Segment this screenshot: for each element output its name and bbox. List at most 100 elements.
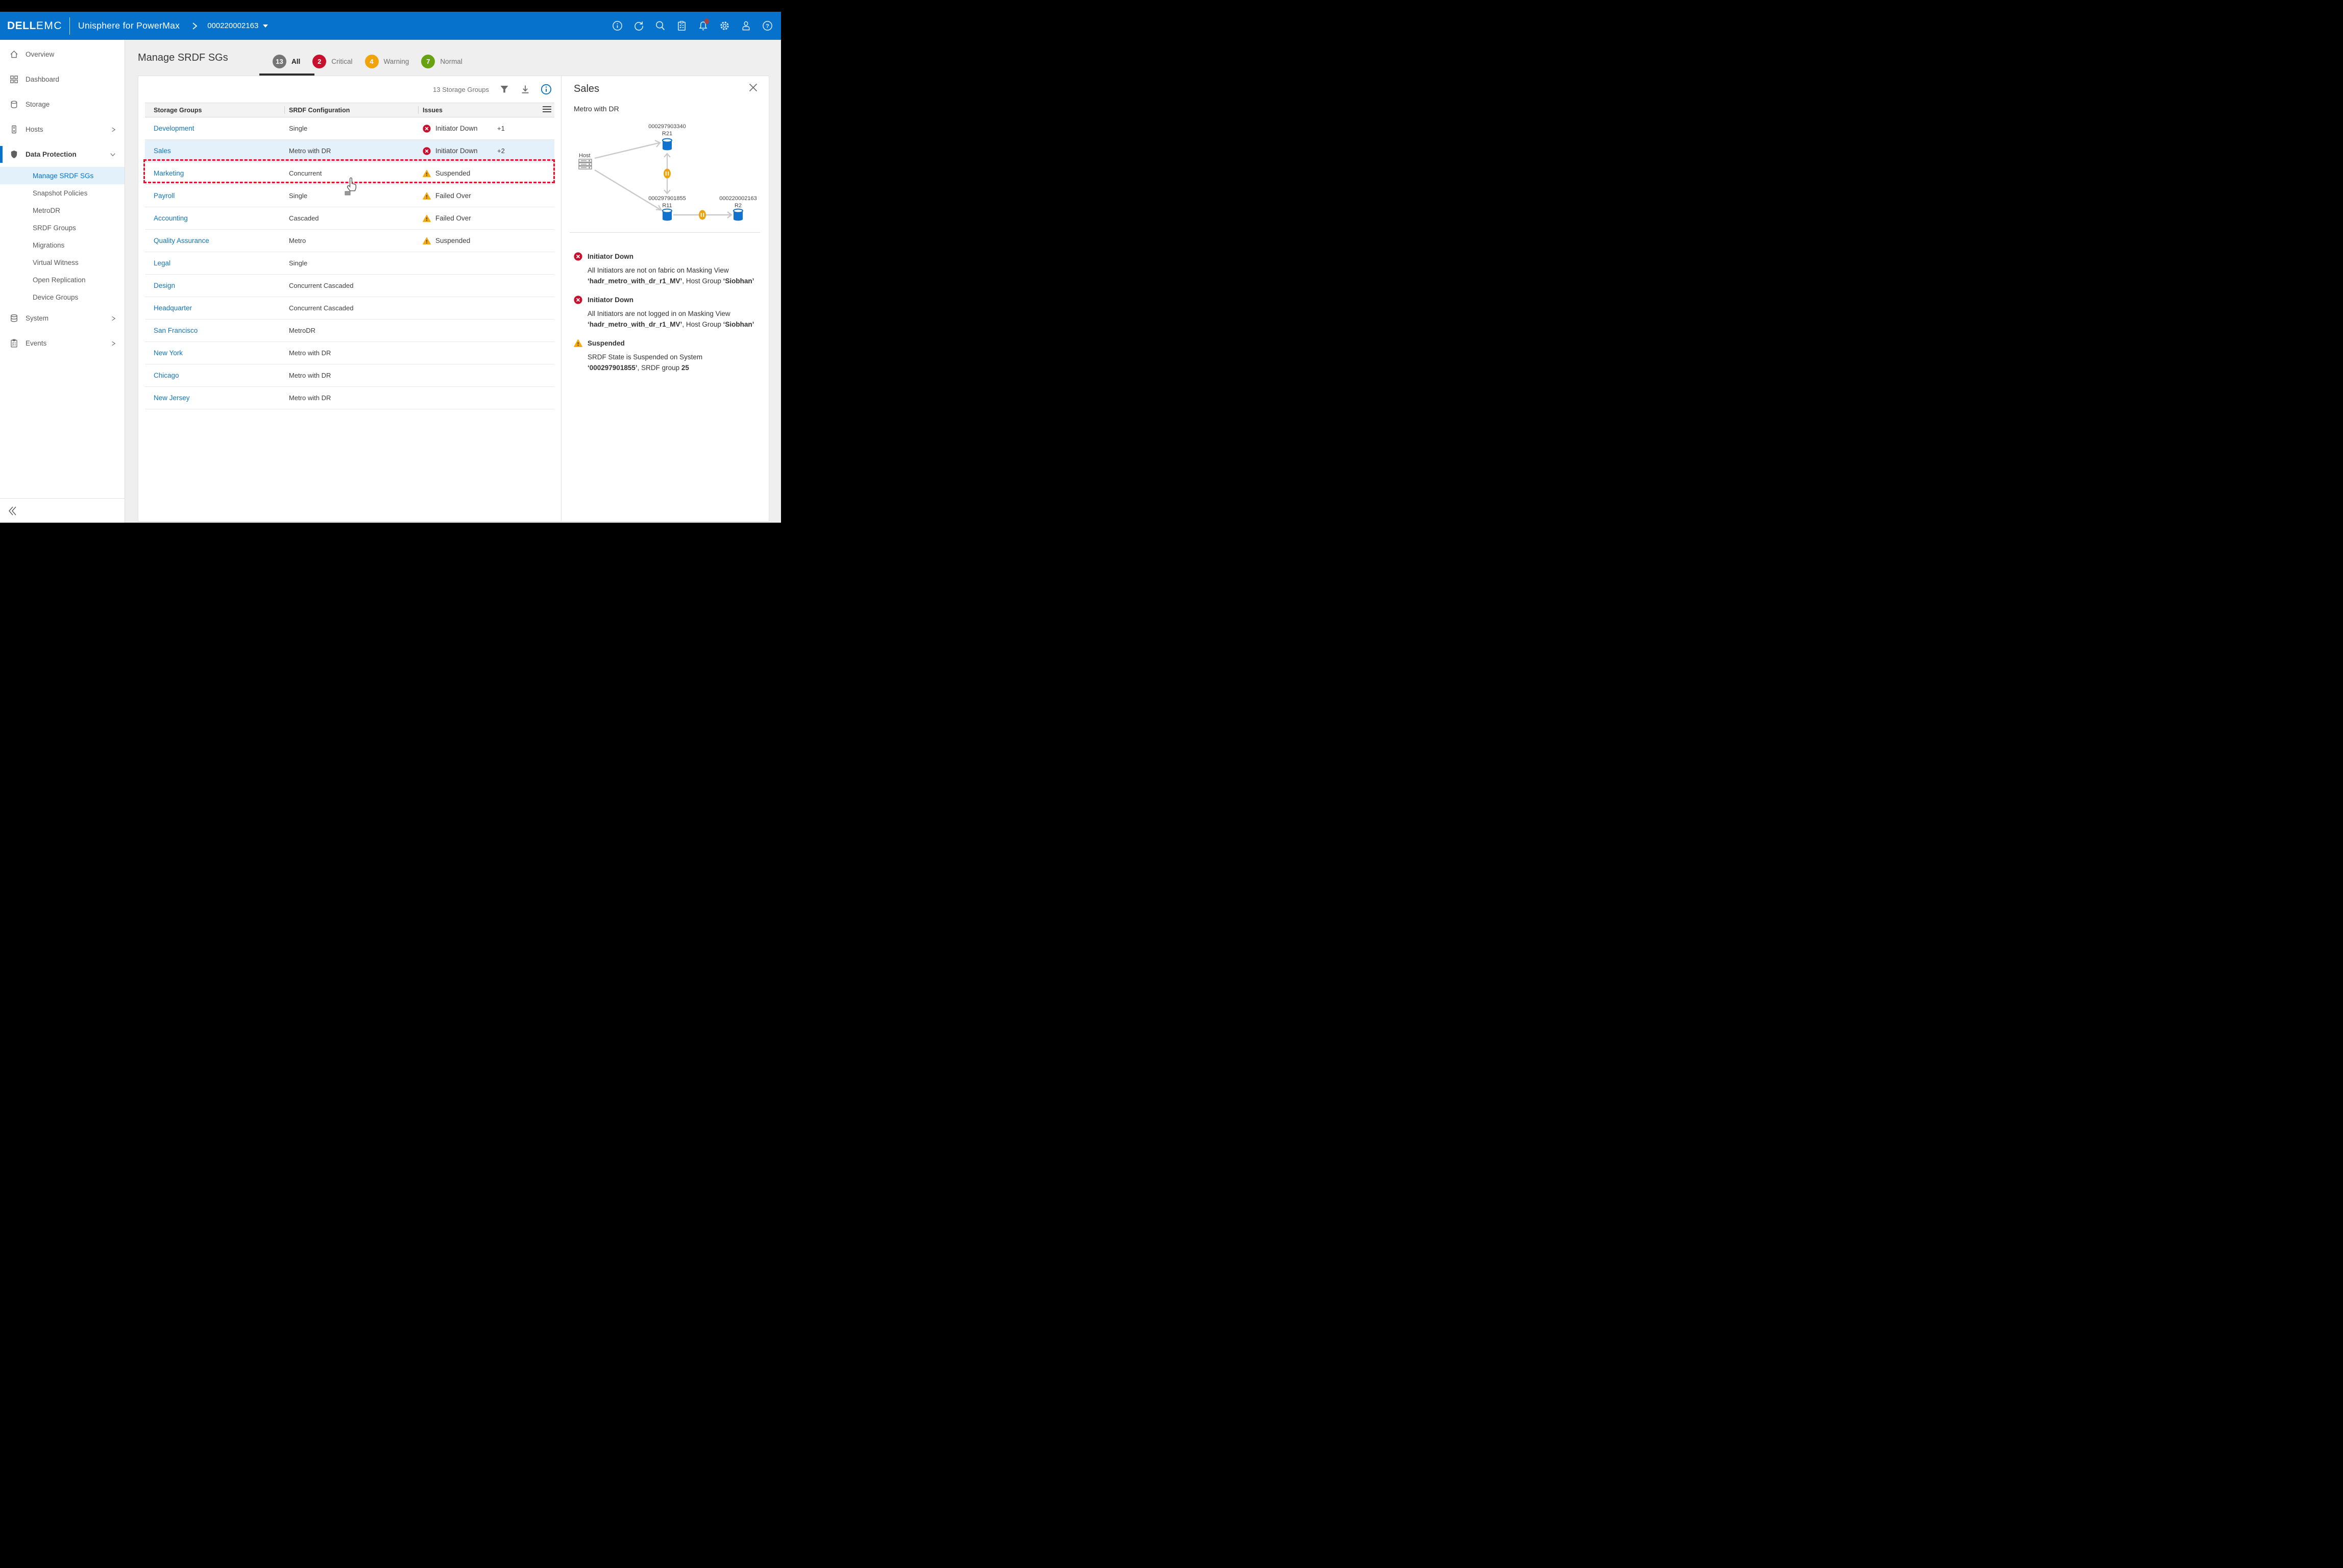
sidebar-item-storage[interactable]: Storage — [0, 92, 125, 117]
settings-gear-icon[interactable] — [719, 20, 730, 31]
storage-group-link[interactable]: New Jersey — [154, 394, 190, 402]
job-list-icon[interactable] — [676, 20, 687, 31]
srdf-configuration-cell: Metro with DR — [284, 394, 418, 402]
warning-icon — [574, 339, 582, 348]
error-icon — [423, 147, 431, 155]
refresh-icon[interactable] — [633, 20, 644, 31]
sidebar-subitem-migrations[interactable]: Migrations — [0, 236, 125, 254]
collapse-sidebar-icon[interactable] — [7, 505, 18, 517]
storage-group-link[interactable]: Quality Assurance — [154, 237, 209, 244]
column-header-srdf-configuration[interactable]: SRDF Configuration — [284, 107, 418, 114]
table-row-legal[interactable]: LegalSingle — [145, 252, 554, 275]
sidebar-item-events[interactable]: Events — [0, 331, 125, 356]
issue-more-count[interactable]: +2 — [497, 147, 505, 155]
chevron-down-icon — [109, 151, 116, 158]
sidebar-subitem-metrodr[interactable]: MetroDR — [0, 202, 125, 219]
detail-divider — [570, 232, 760, 233]
search-icon[interactable] — [655, 20, 666, 31]
issue-title: Suspended — [588, 339, 625, 347]
help-icon[interactable]: ? — [762, 20, 773, 31]
column-separator — [418, 106, 419, 114]
user-icon[interactable] — [741, 20, 751, 31]
storage-group-link[interactable]: Legal — [154, 259, 170, 267]
sidebar-subitem-virtual-witness[interactable]: Virtual Witness — [0, 254, 125, 271]
srdf-configuration-cell: Concurrent — [284, 169, 418, 177]
host-label: Host — [579, 153, 591, 159]
table-row-design[interactable]: DesignConcurrent Cascaded — [145, 275, 554, 297]
sidebar-item-data-protection[interactable]: Data Protection — [0, 142, 125, 167]
tab-label: Warning — [384, 58, 409, 65]
info-icon[interactable] — [612, 20, 623, 31]
storage-group-link[interactable]: San Francisco — [154, 327, 198, 334]
tab-critical[interactable]: 2Critical — [312, 55, 352, 68]
sidebar-subitem-open-replication[interactable]: Open Replication — [0, 271, 125, 288]
issue-label: Suspended — [435, 237, 470, 244]
table-row-new-york[interactable]: New York Metro with DR — [145, 342, 554, 364]
system-selector[interactable]: 000220002163 — [207, 21, 268, 30]
notifications-bell-icon[interactable] — [698, 20, 709, 31]
tab-normal[interactable]: 7Normal — [421, 55, 462, 68]
column-settings-icon[interactable] — [543, 106, 551, 114]
storage-group-link[interactable]: Development — [154, 125, 194, 132]
table-row-san-francisco[interactable]: San FranciscoMetroDR — [145, 320, 554, 342]
appbar-icons: ? — [612, 20, 781, 31]
tab-warning[interactable]: 4Warning — [365, 55, 409, 68]
node-system-label: 000297903340 — [648, 124, 686, 130]
table-row-headquarter[interactable]: Headquarter Concurrent Cascaded — [145, 297, 554, 320]
sidebar-item-system[interactable]: System — [0, 306, 125, 331]
table-row-quality-assurance[interactable]: Quality AssuranceMetroSuspended — [145, 230, 554, 252]
shield-icon — [9, 150, 19, 159]
table-row-new-jersey[interactable]: New Jersey Metro with DR — [145, 387, 554, 409]
sidebar-subitem-device-groups[interactable]: Device Groups — [0, 288, 125, 306]
hosts-icon — [9, 125, 19, 134]
storage-group-link[interactable]: New York — [154, 349, 183, 357]
sidebar-item-dashboard[interactable]: Dashboard — [0, 67, 125, 92]
suspended-pause-icon — [664, 169, 671, 179]
export-download-icon[interactable] — [520, 84, 531, 95]
dellemc-logo[interactable]: DELLEMC — [7, 20, 62, 32]
sidebar-item-label: Dashboard — [26, 76, 59, 83]
table-row-sales[interactable]: Sales Metro with DRInitiator Down+2 — [145, 140, 554, 162]
column-header-issues[interactable]: Issues — [418, 107, 554, 114]
sidebar-item-label: Events — [26, 339, 46, 347]
table-toolbar: 13 Storage Groups — [138, 81, 561, 97]
caret-down-icon — [263, 24, 268, 28]
column-header-storage-groups[interactable]: Storage Groups — [145, 107, 284, 114]
table-row-marketing[interactable]: MarketingConcurrentSuspended — [145, 162, 554, 185]
issue-title: Initiator Down — [588, 296, 633, 304]
srdf-configuration-cell: Single — [284, 192, 418, 200]
storage-groups-table: Storage Groups SRDF Configuration Issues… — [145, 103, 554, 409]
detail-panel-subtitle: Metro with DR — [574, 105, 619, 113]
storage-group-link[interactable]: Sales — [154, 147, 171, 155]
table-row-chicago[interactable]: ChicagoMetro with DR — [145, 364, 554, 387]
issue-description: All Initiators are not on fabric on Mask… — [588, 265, 756, 286]
srdf-configuration-cell: Metro with DR — [284, 349, 418, 357]
storage-group-link[interactable]: Marketing — [154, 169, 184, 177]
storage-group-link[interactable]: Payroll — [154, 192, 175, 200]
filter-icon[interactable] — [499, 84, 510, 95]
table-row-development[interactable]: DevelopmentSingleInitiator Down+1 — [145, 117, 554, 140]
storage-group-link[interactable]: Headquarter — [154, 304, 192, 312]
srdf-configuration-cell: Metro with DR — [284, 147, 418, 155]
dashboard-icon — [9, 75, 19, 84]
srdf-configuration-cell: Concurrent Cascaded — [284, 304, 418, 312]
sidebar-subitem-snapshot-policies[interactable]: Snapshot Policies — [0, 184, 125, 202]
table-row-payroll[interactable]: PayrollSingleFailed Over — [145, 185, 554, 207]
details-info-icon[interactable] — [541, 84, 552, 95]
sidebar-item-overview[interactable]: Overview — [0, 42, 125, 67]
issue-more-count[interactable]: +1 — [497, 125, 505, 132]
logo-dell: DELL — [7, 20, 36, 32]
home-icon — [9, 50, 19, 59]
page-title: Manage SRDF SGs — [138, 52, 228, 64]
sidebar-subitem-manage-srdf-sgs[interactable]: Manage SRDF SGs — [0, 167, 125, 184]
storage-group-link[interactable]: Design — [154, 282, 175, 289]
tab-all[interactable]: 13All — [273, 55, 300, 68]
table-row-accounting[interactable]: AccountingCascadedFailed Over — [145, 207, 554, 230]
sidebar-subitem-srdf-groups[interactable]: SRDF Groups — [0, 219, 125, 236]
close-icon[interactable] — [749, 83, 758, 92]
issues-cell: Initiator Down+2 — [418, 147, 554, 155]
issue-initiator-down: Initiator DownAll Initiators are not log… — [574, 296, 752, 330]
storage-group-link[interactable]: Accounting — [154, 214, 188, 222]
storage-group-link[interactable]: Chicago — [154, 372, 179, 379]
sidebar-item-hosts[interactable]: Hosts — [0, 117, 125, 142]
